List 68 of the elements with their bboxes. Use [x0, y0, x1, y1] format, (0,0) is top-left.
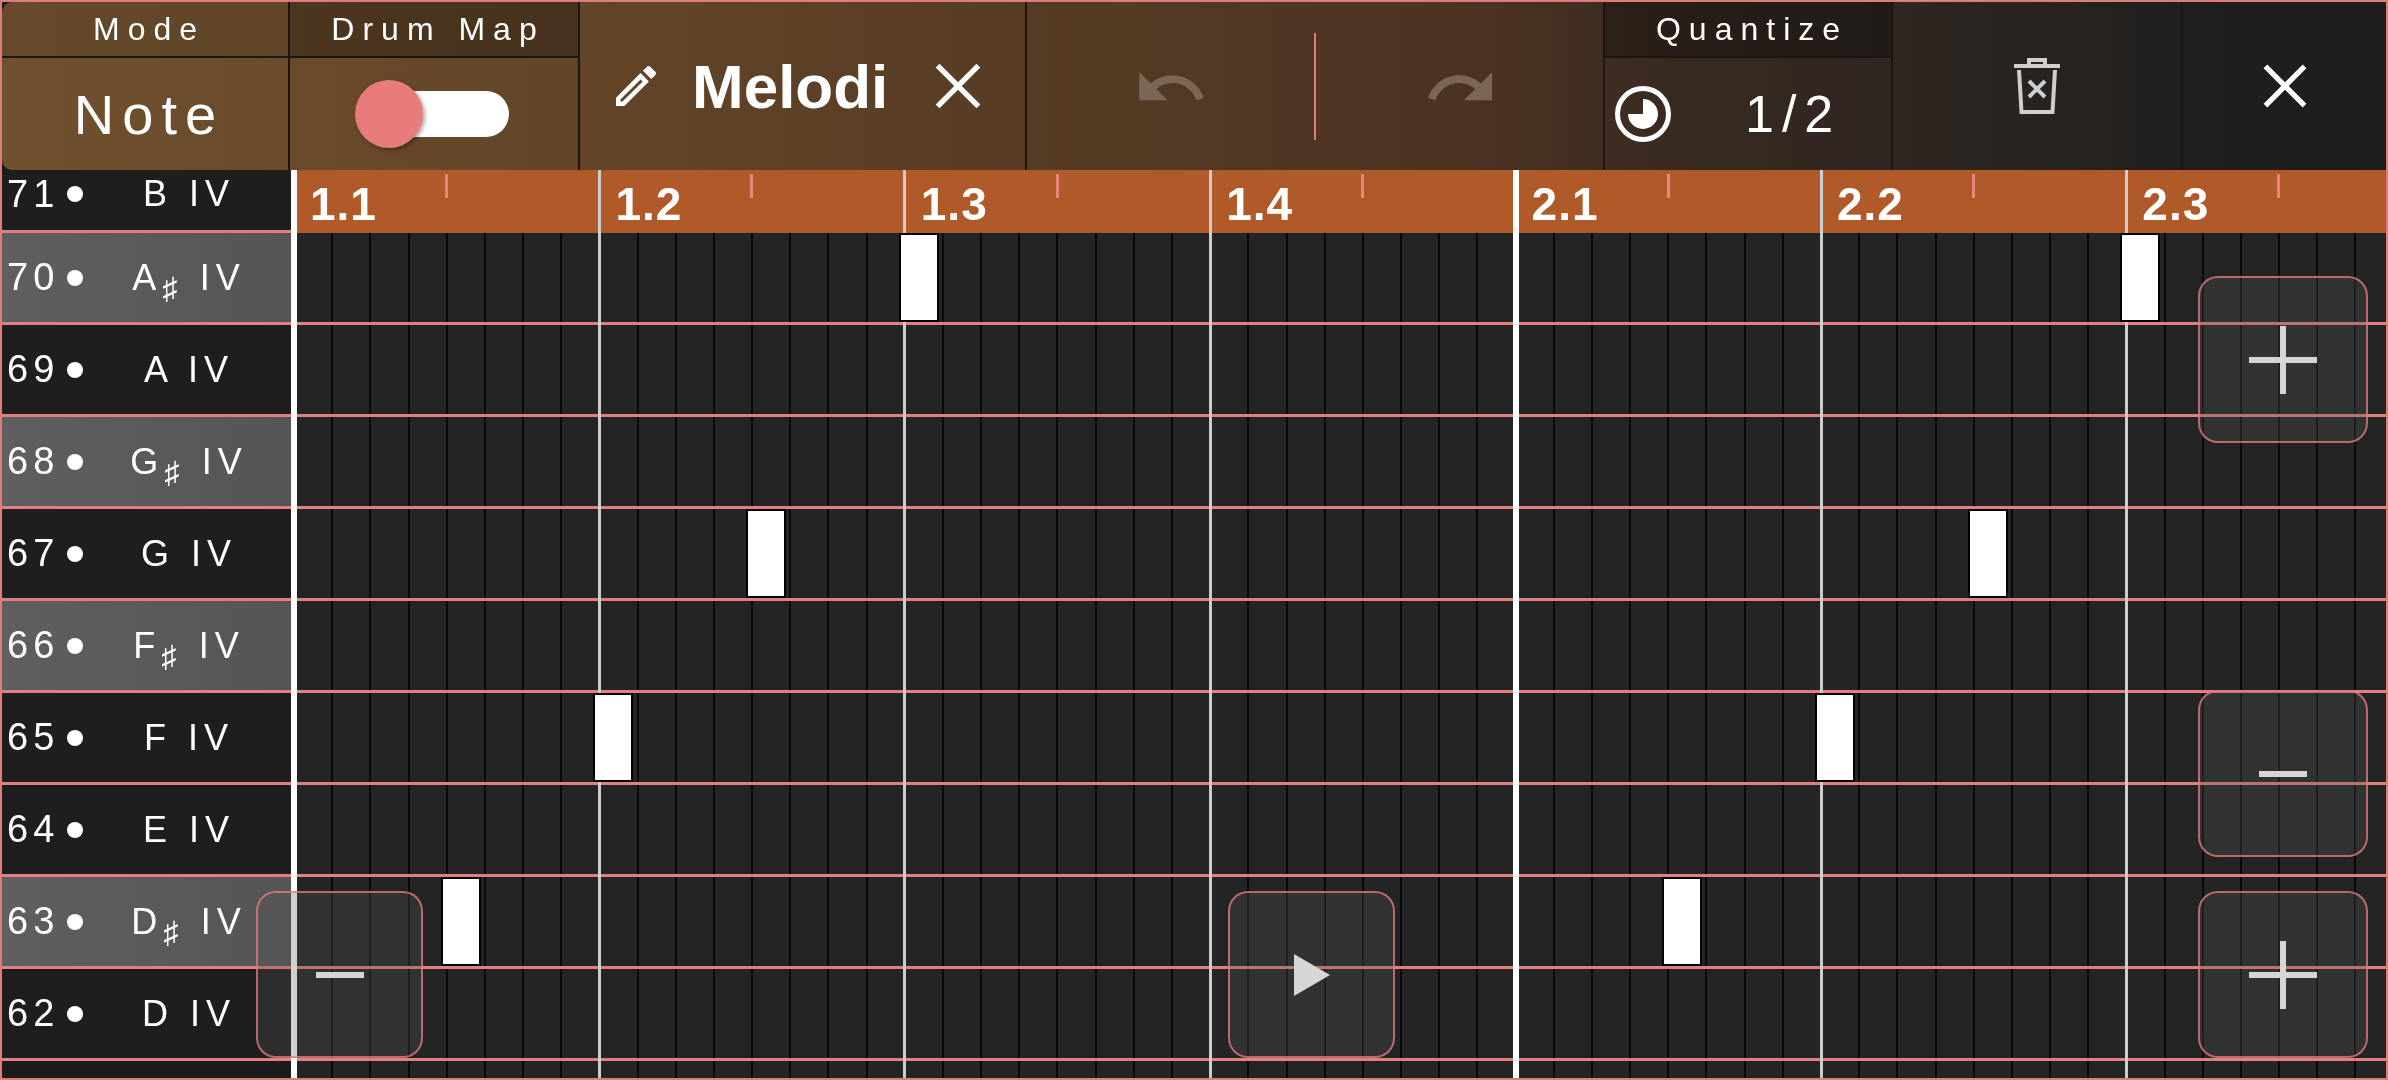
key-number: 68	[7, 440, 61, 483]
dot-icon	[67, 361, 83, 378]
quantize-button[interactable]: 1/2	[1605, 78, 1848, 150]
plus-button[interactable]	[2198, 891, 2368, 1058]
plus-icon	[2249, 940, 2317, 1009]
minus-icon	[2259, 770, 2307, 777]
note-name: A IV	[142, 348, 235, 391]
trash-icon	[2014, 58, 2060, 114]
key-number: 65	[7, 716, 61, 759]
plus-button[interactable]	[2198, 276, 2368, 443]
key-number: 69	[7, 348, 61, 391]
note-name: B IV	[142, 173, 236, 215]
dot-icon	[67, 913, 83, 930]
play-icon	[1293, 953, 1330, 996]
plus-icon	[2249, 325, 2317, 394]
mode-label: Mode	[2, 2, 288, 58]
note-name: E IV	[142, 808, 236, 851]
close-icon	[934, 62, 983, 110]
minus-icon	[315, 971, 364, 978]
piano-key[interactable]: 63 D$_{♯}$ IV	[2, 877, 291, 969]
dot-icon	[67, 186, 83, 202]
key-number: 62	[7, 992, 61, 1035]
key-number: 64	[7, 808, 61, 851]
pencil-icon	[616, 66, 656, 106]
key-number: 67	[7, 532, 61, 575]
key-number: 63	[7, 900, 61, 943]
key-number: 71	[7, 172, 61, 216]
note-name: F IV	[143, 716, 235, 759]
note-block[interactable]	[440, 877, 481, 966]
note-block[interactable]	[1967, 509, 2008, 598]
quantize-label: Quantize	[1605, 2, 1891, 58]
beat-label: 1.2	[615, 176, 683, 231]
dot-icon	[67, 729, 83, 746]
dot-icon	[67, 453, 83, 470]
piano-key[interactable]: 70 A$_{♯}$ IV	[2, 233, 291, 325]
note-block[interactable]	[746, 509, 787, 598]
note-block[interactable]	[593, 693, 634, 782]
dot-icon	[67, 637, 83, 654]
minus-button[interactable]	[2198, 690, 2368, 857]
beat-label: 1.4	[1226, 176, 1294, 231]
drum-map-label: Drum Map	[290, 2, 578, 58]
minus-button[interactable]	[256, 891, 423, 1058]
undo-icon	[1138, 71, 1203, 101]
play-button[interactable]	[1228, 891, 1395, 1058]
beat-label: 2.3	[2142, 176, 2210, 231]
note-name: D IV	[141, 992, 237, 1035]
redo-icon	[1427, 71, 1492, 101]
key-number: 66	[7, 624, 61, 667]
pattern-name-button[interactable]: Melodi	[612, 46, 893, 126]
key-number: 70	[7, 256, 61, 299]
note-block[interactable]	[1815, 693, 1855, 782]
beat-label: 1.1	[310, 176, 377, 231]
close-icon	[2261, 63, 2308, 109]
mode-button[interactable]: Note	[61, 75, 229, 153]
dot-icon	[67, 269, 83, 286]
note-name: G IV	[140, 532, 238, 575]
note-block[interactable]	[898, 233, 939, 322]
dot-icon	[67, 545, 83, 562]
beat-label: 2.1	[1531, 176, 1599, 231]
beat-label: 2.2	[1836, 176, 1904, 231]
piano-key[interactable]: 66 F$_{♯}$ IV	[2, 601, 291, 693]
piano-key[interactable]: 68 G$_{♯}$ IV	[2, 417, 291, 509]
beat-label: 1.3	[920, 176, 988, 231]
dot-icon	[67, 821, 83, 838]
pie-circle-icon	[1615, 86, 1671, 142]
dot-icon	[67, 1005, 83, 1022]
note-block[interactable]	[1662, 877, 1703, 966]
note-block[interactable]	[2120, 233, 2161, 322]
